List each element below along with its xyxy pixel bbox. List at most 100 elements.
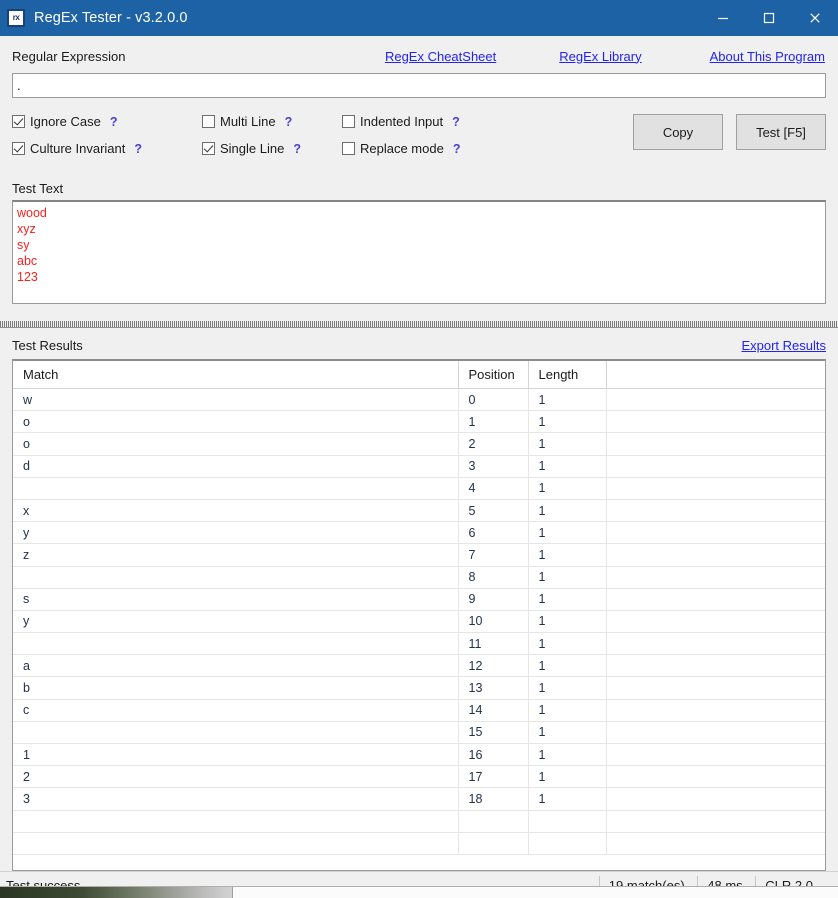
- test-button[interactable]: Test [F5]: [736, 114, 826, 150]
- cell-length: 1: [528, 521, 607, 545]
- table-row[interactable]: x51: [13, 499, 825, 523]
- table-row[interactable]: y61: [13, 521, 825, 545]
- table-row[interactable]: o11: [13, 410, 825, 434]
- help-icon-indented-input[interactable]: ?: [452, 115, 460, 129]
- cell-filler: [606, 543, 825, 567]
- checkbox-multi-line-box[interactable]: [202, 115, 215, 128]
- table-row[interactable]: 3 18 1: [13, 787, 825, 811]
- cell-position: 17: [458, 765, 529, 789]
- export-results-link[interactable]: Export Results: [741, 338, 826, 353]
- cell-match: w: [13, 388, 459, 412]
- cell-length: 1: [528, 654, 607, 678]
- copy-button[interactable]: Copy: [633, 114, 723, 150]
- table-row[interactable]: [13, 810, 825, 833]
- checkbox-replace-mode-box[interactable]: [342, 142, 355, 155]
- table-row[interactable]: 1 16 1: [13, 743, 825, 767]
- column-header-match[interactable]: Match: [13, 361, 459, 389]
- table-row[interactable]: 15 1: [13, 721, 825, 745]
- cell-filler: [606, 832, 825, 855]
- help-icon-replace-mode[interactable]: ?: [453, 142, 461, 156]
- cell-position: [458, 832, 529, 855]
- checkbox-multi-line[interactable]: Multi Line ?: [202, 114, 342, 129]
- maximize-icon: [763, 12, 775, 24]
- table-row[interactable]: y 10 1: [13, 610, 825, 634]
- window-title: RegEx Tester - v3.2.0.0: [34, 10, 188, 26]
- checkbox-indented-input[interactable]: Indented Input ?: [342, 114, 502, 129]
- maximize-button[interactable]: [746, 0, 792, 36]
- help-icon-single-line[interactable]: ?: [293, 142, 301, 156]
- panel-splitter[interactable]: [0, 321, 838, 328]
- cell-length: 1: [528, 632, 607, 656]
- test-results-header: Test Results Export Results: [12, 331, 826, 359]
- table-row[interactable]: a 12 1: [13, 654, 825, 678]
- cell-length: 1: [528, 499, 607, 523]
- checkbox-replace-mode[interactable]: Replace mode ?: [342, 141, 502, 156]
- regex-input[interactable]: [12, 73, 826, 98]
- column-header-length[interactable]: Length: [528, 361, 607, 389]
- table-row[interactable]: 11 1: [13, 632, 825, 656]
- help-icon-culture-invariant[interactable]: ?: [134, 142, 142, 156]
- cell-filler: [606, 477, 825, 500]
- background-window-right: [232, 886, 838, 898]
- cell-length: 1: [528, 699, 607, 722]
- close-button[interactable]: [792, 0, 838, 36]
- help-icon-ignore-case[interactable]: ?: [110, 115, 118, 129]
- cell-length: 1: [528, 610, 607, 634]
- cell-match: [13, 566, 459, 589]
- background-window-sliver: [0, 886, 838, 898]
- checkbox-indented-input-box[interactable]: [342, 115, 355, 128]
- regex-panel: Regular Expression RegEx CheatSheet RegE…: [0, 36, 838, 176]
- table-row[interactable]: 2 17 1: [13, 765, 825, 789]
- minimize-button[interactable]: [700, 0, 746, 36]
- checkbox-indented-input-label: Indented Input: [360, 114, 444, 129]
- cell-length: 1: [528, 588, 607, 611]
- regex-header-row: Regular Expression RegEx CheatSheet RegE…: [12, 36, 826, 72]
- table-row[interactable]: [13, 832, 825, 855]
- test-text-input[interactable]: [12, 200, 826, 304]
- table-row[interactable]: d31: [13, 455, 825, 478]
- cell-position: 10: [458, 610, 529, 634]
- cell-filler: [606, 588, 825, 611]
- cell-position: 0: [458, 388, 529, 412]
- table-row[interactable]: b 13 1: [13, 676, 825, 700]
- table-row[interactable]: w01: [13, 388, 825, 412]
- checkbox-ignore-case-box[interactable]: [12, 115, 25, 128]
- header-links: RegEx CheatSheet RegEx Library About Thi…: [385, 49, 826, 64]
- regex-tester-window: rx RegEx Tester - v3.2.0.0 Regular Expre…: [0, 0, 838, 898]
- cell-filler: [606, 765, 825, 789]
- title-bar: rx RegEx Tester - v3.2.0.0: [0, 0, 838, 36]
- checkbox-ignore-case[interactable]: Ignore Case ?: [12, 114, 202, 129]
- help-icon-multi-line[interactable]: ?: [285, 115, 293, 129]
- cell-position: 6: [458, 521, 529, 545]
- checkbox-single-line-box[interactable]: [202, 142, 215, 155]
- options-area: Ignore Case ? Multi Line ? Indented Inpu…: [12, 108, 826, 176]
- table-row[interactable]: s91: [13, 588, 825, 611]
- cell-length: 1: [528, 765, 607, 789]
- cell-position: 16: [458, 743, 529, 767]
- cell-position: 14: [458, 699, 529, 722]
- results-grid-container[interactable]: Match Position Length w01o11o21d3141x51y…: [12, 359, 826, 871]
- checkbox-single-line[interactable]: Single Line ?: [202, 141, 342, 156]
- table-row[interactable]: c 14 1: [13, 699, 825, 722]
- column-header-filler[interactable]: [606, 361, 825, 389]
- options-checkbox-grid: Ignore Case ? Multi Line ? Indented Inpu…: [12, 108, 502, 162]
- checkbox-culture-invariant-box[interactable]: [12, 142, 25, 155]
- checkbox-multi-line-label: Multi Line: [220, 114, 276, 129]
- about-this-program-link[interactable]: About This Program: [710, 49, 825, 64]
- table-row[interactable]: o21: [13, 432, 825, 456]
- regular-expression-label: Regular Expression: [12, 48, 126, 64]
- cell-match: y: [13, 610, 459, 634]
- table-row[interactable]: 41: [13, 477, 825, 500]
- cell-length: 1: [528, 787, 607, 811]
- table-row[interactable]: z71: [13, 543, 825, 567]
- regex-library-link[interactable]: RegEx Library: [559, 49, 641, 64]
- cell-match: 2: [13, 765, 459, 789]
- cell-match: y: [13, 521, 459, 545]
- cell-length: 1: [528, 477, 607, 500]
- table-row[interactable]: 81: [13, 566, 825, 589]
- regex-cheatsheet-link[interactable]: RegEx CheatSheet: [385, 49, 496, 64]
- cell-position: 15: [458, 721, 529, 745]
- cell-length: 1: [528, 721, 607, 745]
- checkbox-culture-invariant[interactable]: Culture Invariant ?: [12, 141, 202, 156]
- column-header-position[interactable]: Position: [458, 361, 529, 389]
